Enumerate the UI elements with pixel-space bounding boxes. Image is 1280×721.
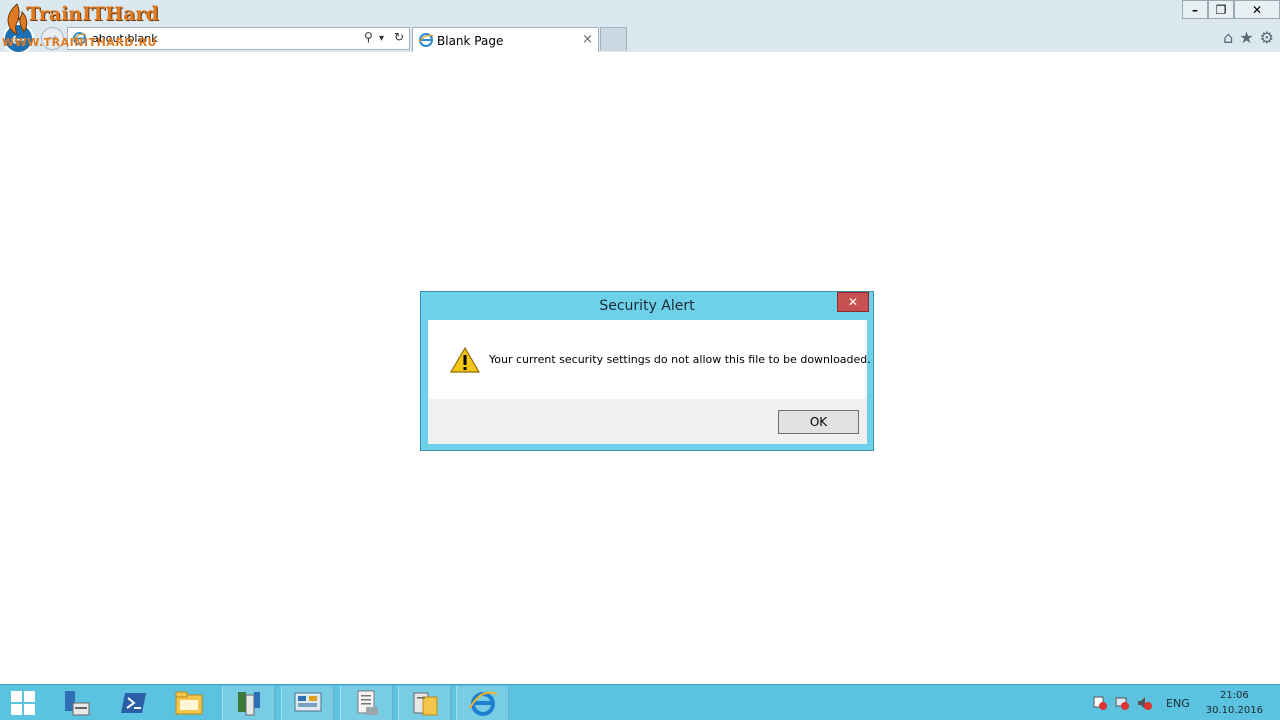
close-icon: ✕ <box>847 295 859 309</box>
clock-time: 21:06 <box>1219 690 1249 701</box>
clock[interactable]: 21:06 30.10.2016 <box>1206 688 1263 718</box>
network-error-icon[interactable] <box>1114 695 1130 711</box>
speaker-muted-icon[interactable] <box>1136 695 1153 711</box>
taskbar-server-manager[interactable] <box>49 686 102 720</box>
system-tray: ENG 21:06 30.10.2016 <box>1092 685 1280 721</box>
flag-error-icon[interactable] <box>1092 695 1108 711</box>
control-panel-icon <box>294 692 321 712</box>
search-icon[interactable]: ⚲ <box>364 30 373 44</box>
language-indicator[interactable]: ENG <box>1166 697 1190 710</box>
star-icon[interactable]: ★ <box>1239 28 1253 47</box>
window-close-button[interactable]: ✕ <box>1234 0 1280 19</box>
ie-page-icon <box>418 33 434 47</box>
dialog-body: Your current security settings do not al… <box>428 320 871 444</box>
taskbar-app-4[interactable] <box>222 686 275 720</box>
windows-logo-icon <box>11 691 35 715</box>
arrow-right-icon: → <box>47 31 58 46</box>
forward-button[interactable]: → <box>41 27 64 50</box>
minimize-button[interactable]: – <box>1182 0 1208 19</box>
security-alert-dialog: Security Alert ✕ Your current security s… <box>420 291 874 451</box>
toolbar-icons: ⌂ ★ ⚙ <box>1223 28 1274 47</box>
dialog-message: Your current security settings do not al… <box>489 353 871 366</box>
new-tab-button[interactable] <box>600 27 627 51</box>
arrow-left-icon: ← <box>10 26 27 51</box>
ok-button[interactable]: OK <box>778 410 859 434</box>
start-button[interactable] <box>0 686 46 720</box>
gear-icon[interactable]: ⚙ <box>1260 28 1274 47</box>
powershell-icon <box>120 693 146 713</box>
dialog-footer: OK <box>428 399 867 444</box>
restore-button[interactable]: ❐ <box>1208 0 1234 19</box>
chevron-down-icon[interactable]: ▾ <box>379 33 384 44</box>
notepad-icon <box>357 690 378 715</box>
back-button[interactable]: ← <box>3 23 34 54</box>
home-icon[interactable]: ⌂ <box>1223 28 1233 47</box>
internet-explorer-icon <box>468 691 497 716</box>
refresh-icon[interactable]: ↻ <box>394 30 404 44</box>
server-manager-icon <box>64 691 89 716</box>
address-bar[interactable]: about:blank ⚲ ▾ ↻ <box>67 27 410 50</box>
taskbar-powershell[interactable] <box>107 686 160 720</box>
close-icon[interactable]: × <box>582 32 593 47</box>
archive-folder-icon <box>413 692 437 716</box>
ie-page-icon <box>72 31 87 46</box>
browser-toolbar: ← → about:blank ⚲ ▾ ↻ Blank Page × – ❐ ✕… <box>0 0 1280 54</box>
dialog-title: Security Alert <box>599 298 695 314</box>
warning-icon <box>450 347 480 373</box>
taskbar-internet-explorer[interactable] <box>456 686 509 720</box>
taskbar-app-5[interactable] <box>281 686 334 720</box>
dialog-close-button[interactable]: ✕ <box>837 292 869 312</box>
folder-icon <box>175 691 202 715</box>
window-controls: – ❐ ✕ <box>1182 0 1280 19</box>
tab-label: Blank Page <box>437 34 504 48</box>
tab-blank-page[interactable]: Blank Page × <box>412 27 599 52</box>
shield-app-icon <box>237 692 260 716</box>
taskbar-file-explorer[interactable] <box>162 686 215 720</box>
taskbar: ENG 21:06 30.10.2016 <box>0 684 1280 720</box>
clock-date: 30.10.2016 <box>1205 705 1263 716</box>
taskbar-app-7[interactable] <box>398 686 451 720</box>
address-text: about:blank <box>92 32 158 45</box>
taskbar-app-6[interactable] <box>340 686 393 720</box>
